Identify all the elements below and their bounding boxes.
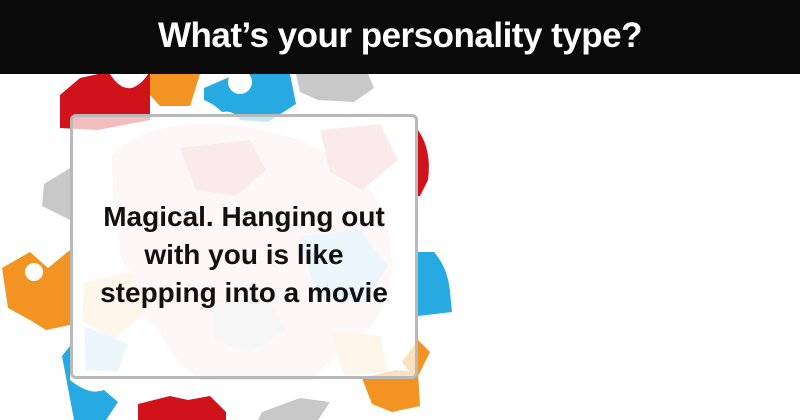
personality-result-text: Magical. Hanging out with you is like st…	[100, 200, 388, 308]
puzzle-piece-red-right	[418, 130, 429, 196]
header-bar: What’s your personality type?	[0, 0, 800, 74]
result-card: Magical. Hanging out with you is like st…	[70, 114, 418, 379]
puzzle-piece-blue-right	[418, 252, 452, 316]
page-title: What’s your personality type?	[157, 16, 643, 55]
puzzle-piece-red-bottom	[138, 396, 226, 420]
puzzle-piece-orange-left	[2, 250, 70, 330]
puzzle-piece-orange-top	[150, 74, 200, 106]
puzzle-knob-cutout	[25, 263, 43, 281]
puzzle-piece-gray-bottom	[258, 398, 330, 420]
puzzle-piece-gray-top	[296, 74, 374, 102]
puzzle-piece-gray-left	[42, 168, 70, 220]
